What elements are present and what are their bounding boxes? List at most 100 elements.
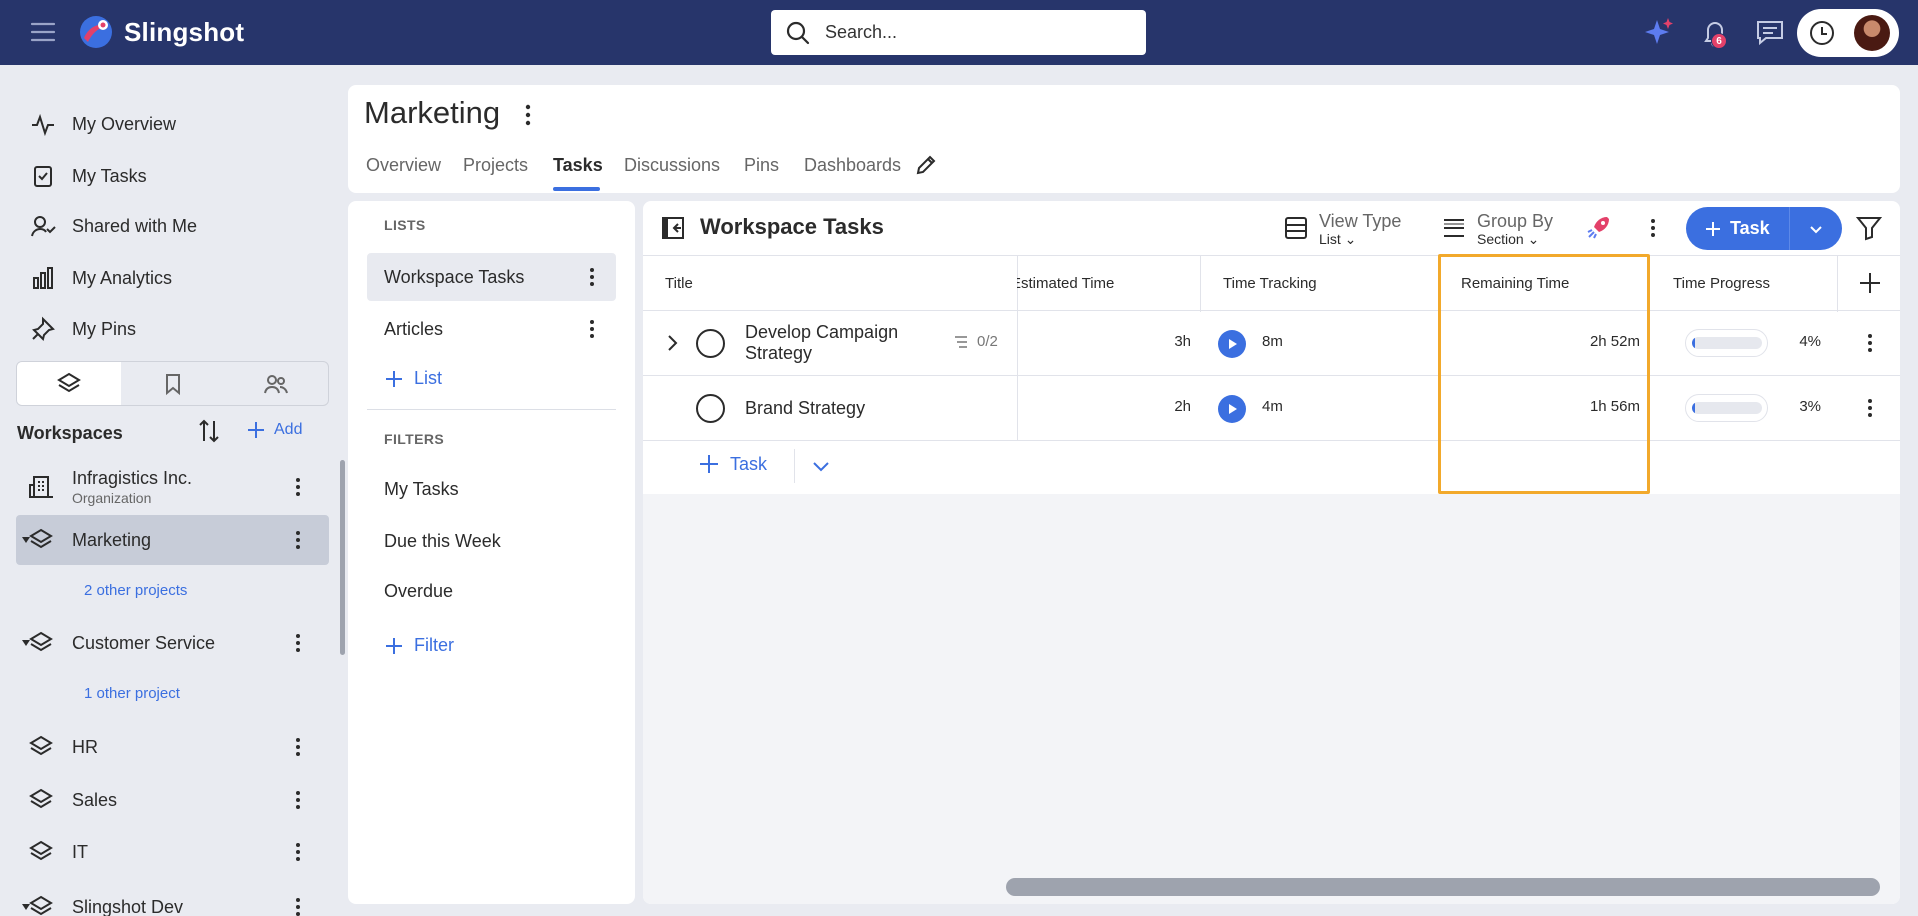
edit-pencil-icon[interactable] — [914, 153, 938, 177]
column-header-estimated-time[interactable]: Estimated Time — [1017, 275, 1114, 292]
hamburger-menu-icon[interactable] — [30, 20, 56, 44]
more-vertical-icon[interactable] — [288, 527, 308, 553]
list-articles[interactable]: Articles — [367, 305, 616, 353]
other-projects-link[interactable]: 2 other projects — [84, 582, 187, 599]
table-row[interactable]: Brand Strategy 2h 4m 1h 56m 3% — [643, 376, 1900, 441]
rocket-icon[interactable] — [1585, 213, 1613, 241]
sidebar-scrollbar[interactable] — [340, 460, 345, 655]
workspace-sales[interactable]: Sales — [16, 775, 329, 825]
divider — [794, 449, 795, 483]
workspace-type: Organization — [72, 490, 152, 506]
tasks-list-title: Workspace Tasks — [700, 214, 884, 239]
filter-my-tasks[interactable]: My Tasks — [384, 479, 459, 500]
more-vertical-icon[interactable] — [518, 101, 538, 129]
horizontal-scrollbar[interactable] — [1006, 878, 1880, 896]
add-workspace-label: Add — [274, 421, 303, 438]
task-title[interactable]: Develop Campaign Strategy — [745, 322, 935, 364]
pin-icon — [32, 316, 55, 341]
more-vertical-icon[interactable] — [582, 316, 602, 342]
column-header-time-tracking[interactable]: Time Tracking — [1223, 275, 1317, 292]
collapse-panel-icon[interactable] — [661, 216, 685, 240]
sort-icon[interactable] — [196, 418, 222, 444]
more-vertical-icon[interactable] — [582, 264, 602, 290]
more-vertical-icon[interactable] — [288, 474, 308, 500]
time-tracked[interactable]: 4m — [1262, 398, 1283, 415]
add-task-split-button: Task — [1686, 207, 1842, 250]
filter-icon[interactable] — [1856, 215, 1882, 241]
top-bar: Slingshot 6 — [0, 0, 1918, 65]
more-vertical-icon[interactable] — [288, 839, 308, 865]
estimated-time[interactable]: 3h — [1113, 333, 1191, 350]
more-vertical-icon[interactable] — [288, 630, 308, 656]
view-type-label: View Type — [1319, 211, 1402, 231]
tab-dashboards[interactable]: Dashboards — [804, 155, 901, 176]
add-task-button[interactable]: Task — [1686, 207, 1789, 250]
nav-my-analytics[interactable]: My Analytics — [30, 263, 172, 293]
add-column-plus-icon[interactable] — [1857, 270, 1883, 296]
more-vertical-icon[interactable] — [1860, 330, 1880, 356]
workspace-infragistics[interactable]: Infragistics Inc. Organization — [16, 462, 329, 512]
table-header: Title Estimated Time Time Tracking Remai… — [643, 255, 1900, 312]
nav-my-overview[interactable]: My Overview — [30, 109, 176, 139]
workspace-it[interactable]: IT — [16, 827, 329, 877]
filter-due-this-week[interactable]: Due this Week — [384, 531, 501, 552]
more-vertical-icon[interactable] — [1643, 215, 1663, 241]
ai-sparkle-icon[interactable] — [1643, 16, 1675, 48]
tab-discussions[interactable]: Discussions — [624, 155, 720, 176]
time-tracked[interactable]: 8m — [1262, 333, 1283, 350]
tab-tasks[interactable]: Tasks — [553, 155, 603, 176]
add-task-inline-button[interactable]: Task — [698, 453, 767, 475]
workspace-customer-service[interactable]: Customer Service — [16, 618, 329, 668]
column-header-time-progress[interactable]: Time Progress — [1673, 275, 1770, 292]
more-vertical-icon[interactable] — [1860, 395, 1880, 421]
more-vertical-icon[interactable] — [288, 787, 308, 813]
workspace-hr[interactable]: HR — [16, 722, 329, 772]
time-tracker-clock-icon[interactable] — [1809, 20, 1835, 46]
task-complete-checkbox[interactable] — [696, 394, 725, 423]
workspaces-layers-tab[interactable] — [17, 362, 121, 405]
layers-icon — [29, 631, 53, 652]
other-projects-link[interactable]: 1 other project — [84, 685, 180, 702]
tab-projects[interactable]: Projects — [463, 155, 528, 176]
people-tab[interactable] — [224, 362, 328, 405]
chevron-right-icon[interactable] — [661, 332, 683, 354]
messages-icon[interactable] — [1754, 16, 1786, 48]
view-type-selected: List — [1319, 231, 1341, 247]
add-list-button[interactable]: List — [384, 368, 442, 389]
estimated-time[interactable]: 2h — [1113, 398, 1191, 415]
app-logo[interactable]: Slingshot — [78, 14, 244, 50]
filter-overdue[interactable]: Overdue — [384, 581, 453, 602]
start-timer-button[interactable] — [1218, 395, 1246, 423]
subtasks-icon — [955, 335, 967, 348]
add-workspace-button[interactable]: Add — [246, 420, 302, 440]
more-vertical-icon[interactable] — [288, 734, 308, 760]
column-header-remaining-time[interactable]: Remaining Time — [1461, 275, 1569, 292]
task-complete-checkbox[interactable] — [696, 329, 725, 358]
list-workspace-tasks[interactable]: Workspace Tasks — [367, 253, 616, 301]
search-input[interactable] — [825, 22, 1125, 43]
table-row[interactable]: Develop Campaign Strategy 0/2 3h 8m 2h 5… — [643, 311, 1900, 376]
user-pill[interactable] — [1797, 9, 1899, 57]
search-box[interactable] — [771, 10, 1146, 55]
start-timer-button[interactable] — [1218, 330, 1246, 358]
layers-icon — [29, 788, 53, 809]
nav-my-pins[interactable]: My Pins — [30, 314, 136, 344]
nav-shared-with-me[interactable]: Shared with Me — [30, 211, 197, 241]
user-avatar[interactable] — [1854, 15, 1890, 51]
add-filter-button[interactable]: Filter — [384, 635, 454, 656]
workspace-slingshot-dev[interactable]: Slingshot Dev — [16, 880, 329, 916]
add-task-dropdown[interactable] — [1790, 207, 1842, 250]
nav-my-tasks[interactable]: My Tasks — [30, 161, 147, 191]
tab-pins[interactable]: Pins — [744, 155, 779, 176]
workspace-name: IT — [72, 842, 88, 862]
more-vertical-icon[interactable] — [288, 894, 308, 916]
time-progress-bar — [1685, 329, 1768, 357]
column-header-title[interactable]: Title — [665, 275, 693, 292]
remaining-time: 1h 56m — [1589, 398, 1640, 415]
workspace-marketing[interactable]: Marketing — [16, 515, 329, 565]
time-progress-bar — [1685, 394, 1768, 422]
tab-overview[interactable]: Overview — [366, 155, 441, 176]
bookmarks-tab[interactable] — [121, 362, 225, 405]
chevron-down-icon[interactable] — [810, 455, 832, 477]
task-title[interactable]: Brand Strategy — [745, 398, 865, 419]
